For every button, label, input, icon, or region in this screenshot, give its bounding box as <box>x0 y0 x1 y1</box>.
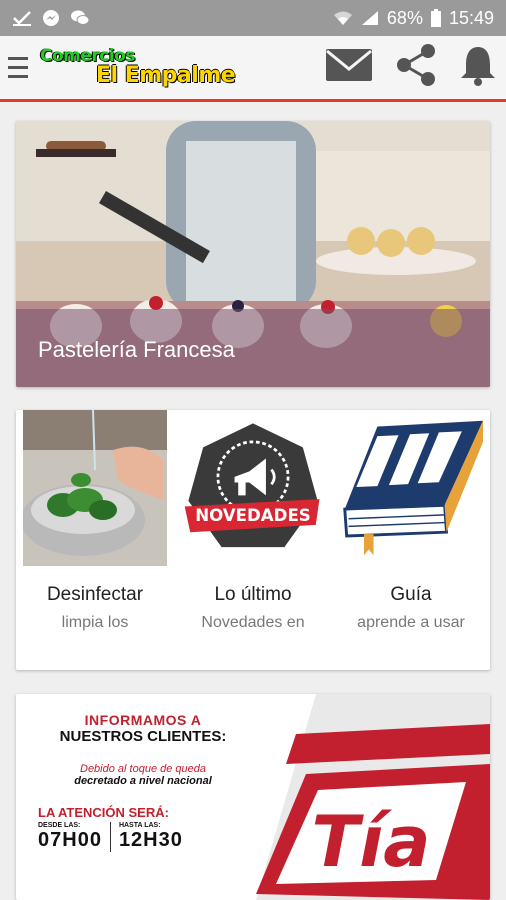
battery-percent: 68% <box>386 7 423 28</box>
signal-icon <box>361 10 379 26</box>
book-icon <box>339 410 483 566</box>
tia-brand-text: Tía <box>312 801 431 883</box>
check-icon <box>12 9 32 27</box>
menu-icon[interactable] <box>8 53 32 83</box>
bell-icon[interactable] <box>458 43 498 92</box>
clock-time: 15:49 <box>448 7 494 28</box>
tile-desinfectar[interactable]: Desinfectar limpia los <box>16 410 174 670</box>
wechat-icon <box>70 9 90 27</box>
tile-subtitle: limpia los <box>61 614 129 631</box>
app-logo: Comercios El Empalme <box>40 48 236 88</box>
hero-card[interactable]: Pastelería Francesa <box>16 121 490 387</box>
from-label: DESDE LAS: <box>38 822 81 829</box>
tile-title: Guía <box>390 584 432 605</box>
status-bar: 68% 15:49 <box>0 0 506 36</box>
banner-line-5: LA ATENCIÓN SERÁ: <box>38 805 169 820</box>
megaphone-badge: NOVEDADES <box>181 410 325 566</box>
novedades-badge-text: NOVEDADES <box>195 506 311 525</box>
category-card: Desinfectar limpia los NOVEDADES Lo últi… <box>16 410 490 670</box>
to-label: HASTA LAS: <box>118 822 161 829</box>
battery-icon <box>430 9 441 27</box>
tile-subtitle: aprende a usar <box>357 614 465 631</box>
app-bar: Comercios El Empalme <box>0 36 506 102</box>
banner-line-3: Debido al toque de queda <box>80 763 206 775</box>
logo-line-2: El Empalme <box>96 63 236 88</box>
tile-subtitle: Novedades en <box>201 614 305 631</box>
share-icon[interactable] <box>392 41 440 94</box>
banner-line-1: INFORMAMOS A <box>84 712 202 728</box>
wifi-icon <box>333 10 353 26</box>
to-time: 12H30 <box>118 829 183 851</box>
tile-lo-ultimo[interactable]: NOVEDADES Lo último Novedades en <box>174 410 332 670</box>
hero-caption: Pastelería Francesa <box>38 337 235 362</box>
banner-line-4: decretado a nivel nacional <box>74 775 212 787</box>
banner-line-2: NUESTROS CLIENTES: <box>59 728 227 745</box>
lettuce-washing-photo <box>23 410 167 566</box>
messenger-icon <box>42 9 60 27</box>
tile-title: Lo último <box>214 584 292 605</box>
tile-title: Desinfectar <box>46 584 144 605</box>
mail-icon[interactable] <box>324 45 374 90</box>
tile-guia[interactable]: Guía aprende a usar <box>332 410 490 670</box>
from-time: 07H00 <box>38 829 102 851</box>
announcement-card[interactable]: Tía INFORMAMOS A NUESTROS CLIENTES: Debi… <box>16 694 490 900</box>
